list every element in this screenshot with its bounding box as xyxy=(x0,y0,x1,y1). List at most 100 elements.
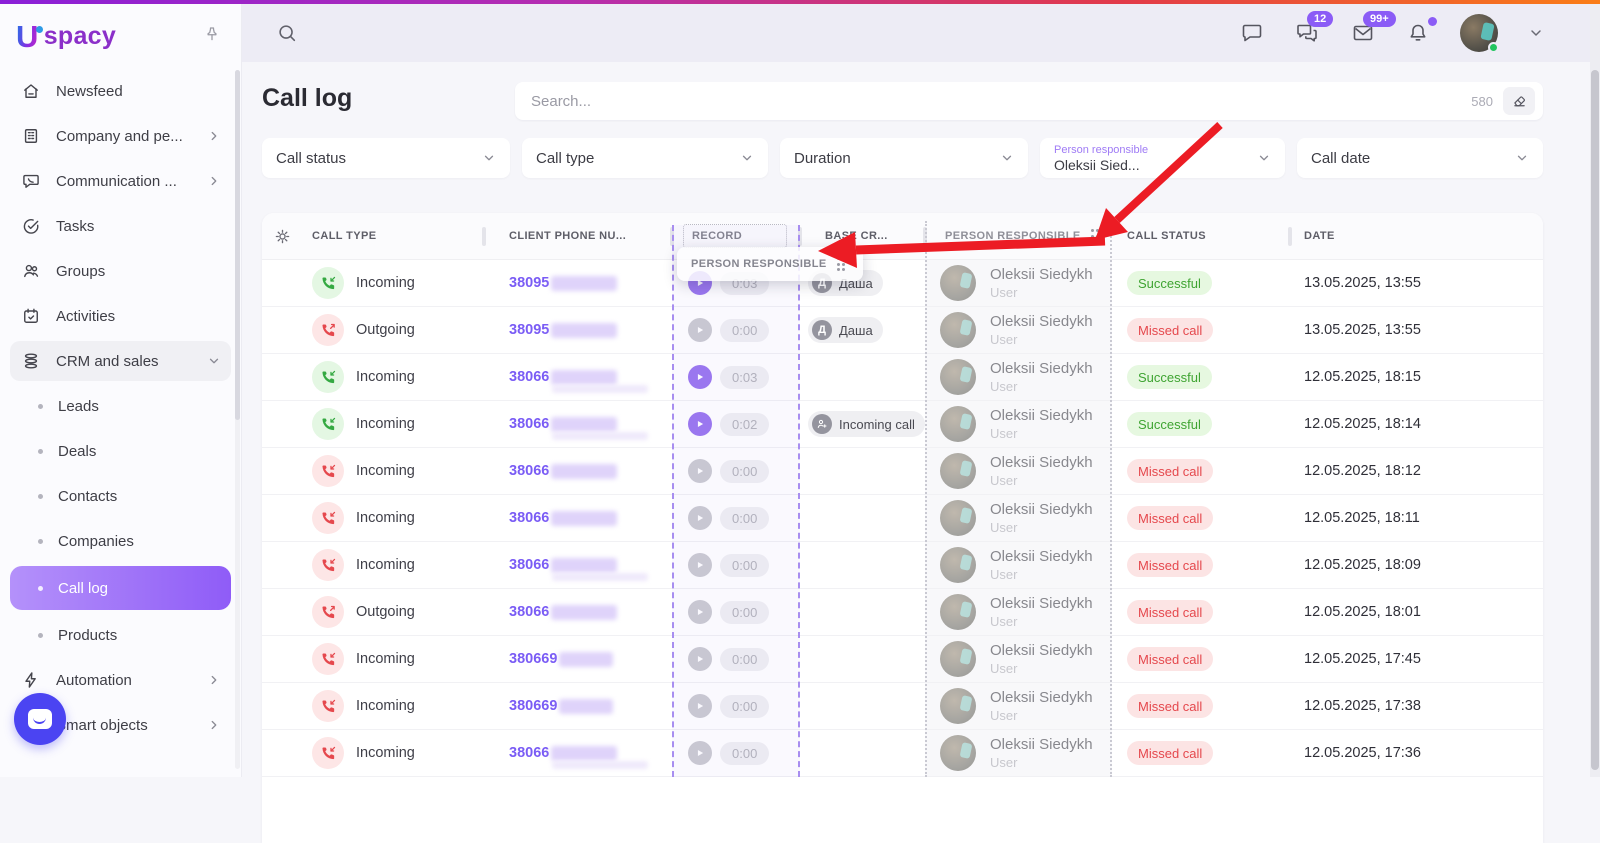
play-button[interactable] xyxy=(688,647,712,671)
chevron-down-icon[interactable] xyxy=(1528,25,1544,41)
play-button[interactable] xyxy=(688,694,712,718)
chevron-down-icon xyxy=(207,354,221,368)
chevron-right-icon xyxy=(207,718,221,732)
base-crm-chip[interactable]: ДДаша xyxy=(808,317,883,343)
bullet-icon xyxy=(38,586,43,591)
play-button[interactable] xyxy=(688,459,712,483)
person-name: Oleksii Siedykh xyxy=(990,266,1093,284)
phone-number-link[interactable]: 38095 xyxy=(509,322,549,338)
search-input[interactable] xyxy=(531,93,1471,110)
play-button[interactable] xyxy=(688,506,712,530)
play-button[interactable] xyxy=(688,600,712,624)
table-row[interactable]: Incoming380660:00Oleksii SiedykhUserMiss… xyxy=(262,730,1543,777)
column-header-client-phone-nu[interactable]: CLIENT PHONE NU... xyxy=(484,213,672,259)
filter-person-responsible[interactable]: Person responsibleOleksii Sied... xyxy=(1040,138,1285,178)
table-header: CALL TYPECLIENT PHONE NU...RECORDBASE CR… xyxy=(262,213,1543,260)
table-row[interactable]: Incoming380660:02Incoming callOleksii Si… xyxy=(262,401,1543,448)
base-crm-chip[interactable]: Incoming call xyxy=(808,411,925,437)
table-row[interactable]: Incoming380660:00Oleksii SiedykhUserMiss… xyxy=(262,448,1543,495)
table-row[interactable]: Incoming380950:03ДДашаOleksii SiedykhUse… xyxy=(262,260,1543,307)
bell-icon[interactable] xyxy=(1406,21,1430,45)
sidebar-item-leads[interactable]: Leads xyxy=(10,386,231,426)
phone-number-link[interactable]: 38066 xyxy=(509,416,549,432)
table-row[interactable]: Incoming380660:00Oleksii SiedykhUserMiss… xyxy=(262,495,1543,542)
filter-call-date[interactable]: Call date xyxy=(1297,138,1543,178)
sidebar-item-company-and-pe[interactable]: Company and pe... xyxy=(10,116,231,156)
drag-handle-icon[interactable] xyxy=(1091,229,1100,243)
column-header-date[interactable]: DATE xyxy=(1290,213,1543,259)
column-header-person-responsible[interactable]: PERSON RESPONSIBLE xyxy=(925,213,1112,259)
row-gear-cell xyxy=(262,354,302,400)
mail-icon[interactable]: 99+ xyxy=(1350,21,1376,45)
clear-search-button[interactable] xyxy=(1503,87,1535,115)
support-chat-fab[interactable] xyxy=(14,693,66,745)
filter-duration[interactable]: Duration xyxy=(780,138,1028,178)
dragged-column-ghost[interactable]: PERSON RESPONSIBLE xyxy=(677,247,863,281)
phone-number-link[interactable]: 38066 xyxy=(509,604,549,620)
table-settings-button[interactable] xyxy=(262,213,302,259)
sidebar-item-companies[interactable]: Companies xyxy=(10,521,231,561)
phone-number-link[interactable]: 38095 xyxy=(509,275,549,291)
play-button[interactable] xyxy=(688,553,712,577)
table-row[interactable]: Incoming3806690:00Oleksii SiedykhUserMis… xyxy=(262,636,1543,683)
uspacy-logo[interactable]: Uspacy xyxy=(16,19,116,55)
sidebar-item-activities[interactable]: Activities xyxy=(10,296,231,336)
person-responsible-cell: Oleksii SiedykhUser xyxy=(925,636,1112,682)
row-gear-cell xyxy=(262,307,302,353)
page-scrollbar-thumb[interactable] xyxy=(1591,70,1599,770)
table-row[interactable]: Incoming380660:00Oleksii SiedykhUserMiss… xyxy=(262,542,1543,589)
call-type-cell: Incoming xyxy=(302,354,484,400)
sidebar-item-crm-and-sales[interactable]: CRM and sales xyxy=(10,341,231,381)
filter-call-status[interactable]: Call status xyxy=(262,138,510,178)
sidebar-scrollbar-thumb[interactable] xyxy=(235,70,240,420)
play-button[interactable] xyxy=(688,741,712,765)
play-button[interactable] xyxy=(688,318,712,342)
column-header-call-type[interactable]: CALL TYPE xyxy=(302,213,484,259)
chats-icon[interactable]: 12 xyxy=(1294,21,1320,45)
phone-number-link[interactable]: 380669 xyxy=(509,698,557,714)
phone-blur xyxy=(551,370,617,385)
phone-number-link[interactable]: 38066 xyxy=(509,745,549,761)
incoming-call-icon xyxy=(312,502,344,534)
play-button[interactable] xyxy=(688,412,712,436)
pin-sidebar-icon[interactable] xyxy=(203,25,221,48)
user-avatar[interactable] xyxy=(1460,14,1498,52)
search-icon[interactable] xyxy=(276,22,298,44)
search-bar: 580 xyxy=(515,82,1543,120)
table-row[interactable]: Outgoing380660:00Oleksii SiedykhUserMiss… xyxy=(262,589,1543,636)
table-row[interactable]: Outgoing380950:00ДДашаOleksii SiedykhUse… xyxy=(262,307,1543,354)
play-button[interactable] xyxy=(688,365,712,389)
record-duration: 0:00 xyxy=(720,742,769,765)
sidebar-item-groups[interactable]: Groups xyxy=(10,251,231,291)
filter-call-type[interactable]: Call type xyxy=(522,138,768,178)
sidebar-item-products[interactable]: Products xyxy=(10,615,231,655)
bullet-icon xyxy=(38,449,43,454)
column-header-label: BASE CR... xyxy=(825,230,888,242)
sidebar-item-call-log[interactable]: Call log xyxy=(10,566,231,610)
phone-number-link[interactable]: 380669 xyxy=(509,651,557,667)
date-cell: 12.05.2025, 18:14 xyxy=(1290,401,1543,447)
phone-number-link[interactable]: 38066 xyxy=(509,463,549,479)
page-scrollbar-track[interactable] xyxy=(1590,4,1600,777)
column-header-label: CALL TYPE xyxy=(312,230,377,242)
sidebar-item-newsfeed[interactable]: Newsfeed xyxy=(10,71,231,111)
comment-icon[interactable] xyxy=(1240,21,1264,45)
row-gear-cell xyxy=(262,730,302,776)
client-phone-cell: 38066 xyxy=(484,401,672,447)
table-row[interactable]: Incoming3806690:00Oleksii SiedykhUserMis… xyxy=(262,683,1543,730)
table-row[interactable]: Incoming380660:03Oleksii SiedykhUserSucc… xyxy=(262,354,1543,401)
sidebar-item-communication[interactable]: Communication ... xyxy=(10,161,231,201)
sidebar-item-tasks[interactable]: Tasks xyxy=(10,206,231,246)
person-responsible-cell: Oleksii SiedykhUser xyxy=(925,589,1112,635)
status-badge: Successful xyxy=(1127,271,1212,295)
phone-number-link[interactable]: 38066 xyxy=(509,369,549,385)
status-badge: Successful xyxy=(1127,412,1212,436)
sidebar-item-deals[interactable]: Deals xyxy=(10,431,231,471)
call-type-label: Incoming xyxy=(356,651,415,667)
phone-number-link[interactable]: 38066 xyxy=(509,510,549,526)
column-header-call-status[interactable]: CALL STATUS xyxy=(1112,213,1290,259)
sidebar-item-contacts[interactable]: Contacts xyxy=(10,476,231,516)
phone-blur-secondary xyxy=(552,761,648,769)
record-cell: 0:00 xyxy=(672,307,800,353)
phone-number-link[interactable]: 38066 xyxy=(509,557,549,573)
